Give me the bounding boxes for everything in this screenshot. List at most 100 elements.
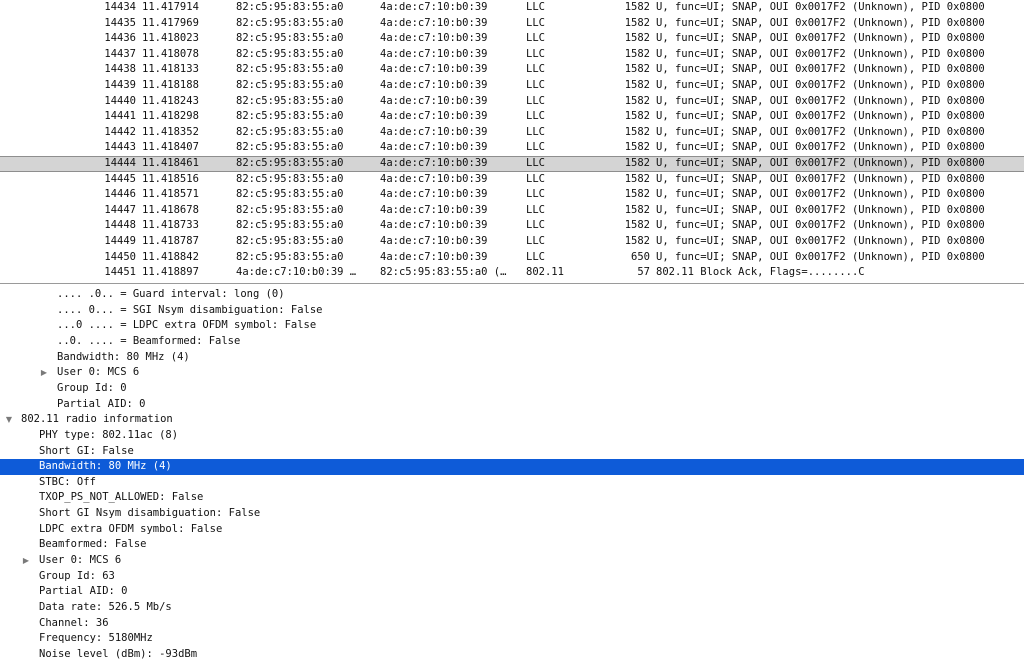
packet-info: U, func=UI; SNAP, OUI 0x0017F2 (Unknown)… xyxy=(656,1,985,13)
packet-info: U, func=UI; SNAP, OUI 0x0017F2 (Unknown)… xyxy=(656,79,985,91)
packet-destination: 4a:de:c7:10:b0:39 xyxy=(380,188,488,201)
packet-destination: 4a:de:c7:10:b0:39 xyxy=(380,250,488,263)
detail-row[interactable]: .... 0... = SGI Nsym disambiguation: Fal… xyxy=(0,303,1024,319)
packet-length: 1582 xyxy=(624,94,650,107)
detail-row[interactable]: Frequency: 5180MHz xyxy=(0,631,1024,647)
detail-text: User 0: MCS 6 xyxy=(39,554,122,567)
detail-row[interactable]: Channel: 36 xyxy=(0,616,1024,632)
packet-protocol: LLC xyxy=(526,32,545,45)
packet-number: 14445 xyxy=(104,172,136,185)
packet-length: 1582 xyxy=(624,203,650,216)
packet-row[interactable]: 14438 11.418133 82:c5:95:83:55:a0 4a:de:c7:… xyxy=(0,62,1024,78)
detail-row[interactable]: Beamformed: False xyxy=(0,537,1024,553)
packet-info: U, func=UI; SNAP, OUI 0x0017F2 (Unknown)… xyxy=(656,63,985,76)
packet-number: 14444 xyxy=(104,157,136,169)
packet-row[interactable]: 14441 11.418298 82:c5:95:83:55:a0 4a:de:c7:… xyxy=(0,109,1024,125)
packet-source: 82:c5:95:83:55:a0 xyxy=(236,110,344,123)
packet-protocol: LLC xyxy=(526,94,545,107)
packet-row[interactable]: 14434 11.417914 82:c5:95:83:55:a0 4a:de:c7:… xyxy=(0,0,1024,16)
packet-destination: 4a:de:c7:10:b0:39 xyxy=(380,157,488,169)
packet-time: 11.418023 xyxy=(142,32,199,45)
packet-row[interactable]: 14450 11.418842 82:c5:95:83:55:a0 4a:de:c7:… xyxy=(0,250,1024,266)
packet-length: 1582 xyxy=(624,110,650,123)
packet-row[interactable]: 14445 11.418516 82:c5:95:83:55:a0 4a:de:c7:… xyxy=(0,172,1024,188)
triangle-right-icon[interactable]: ▶ xyxy=(21,553,31,569)
detail-row[interactable]: Group Id: 63 xyxy=(0,569,1024,585)
detail-text: Data rate: 526.5 Mb/s xyxy=(39,601,172,613)
packet-time: 11.418571 xyxy=(142,188,199,201)
packet-destination: 4a:de:c7:10:b0:39 xyxy=(380,94,488,107)
detail-row[interactable]: Short GI: False xyxy=(0,444,1024,460)
detail-row[interactable]: PHY type: 802.11ac (8) xyxy=(0,428,1024,444)
detail-row[interactable]: Partial AID: 0 xyxy=(0,584,1024,600)
packet-number: 14451 xyxy=(104,266,136,279)
detail-row[interactable]: Group Id: 0 xyxy=(0,381,1024,397)
packet-length: 1582 xyxy=(624,47,650,60)
triangle-right-icon[interactable]: ▶ xyxy=(39,365,49,381)
triangle-down-icon[interactable]: ▼ xyxy=(4,412,14,428)
detail-text: Bandwidth: 80 MHz (4) xyxy=(57,350,190,363)
packet-row[interactable]: 14449 11.418787 82:c5:95:83:55:a0 4a:de:c7:… xyxy=(0,234,1024,250)
detail-row[interactable]: Noise level (dBm): -93dBm xyxy=(0,647,1024,663)
detail-row[interactable]: Short GI Nsym disambiguation: False xyxy=(0,506,1024,522)
detail-row[interactable]: LDPC extra OFDM symbol: False xyxy=(0,522,1024,538)
packet-destination: 4a:de:c7:10:b0:39 xyxy=(380,32,488,45)
packet-row[interactable]: 14436 11.418023 82:c5:95:83:55:a0 4a:de:c7:… xyxy=(0,31,1024,47)
packet-details-tree[interactable]: .... .0.. = Guard interval: long (0)....… xyxy=(0,284,1024,663)
packet-length: 1582 xyxy=(624,79,650,91)
detail-row[interactable]: ▶ User 0: MCS 6 xyxy=(0,365,1024,381)
packet-source: 82:c5:95:83:55:a0 xyxy=(236,157,344,169)
packet-time: 11.418733 xyxy=(142,219,199,232)
packet-source: 82:c5:95:83:55:a0 xyxy=(236,63,344,76)
detail-row[interactable]: ..0. .... = Beamformed: False xyxy=(0,334,1024,350)
detail-row[interactable]: TXOP_PS_NOT_ALLOWED: False xyxy=(0,490,1024,506)
packet-time: 11.418078 xyxy=(142,47,199,60)
packet-number: 14439 xyxy=(104,79,136,91)
packet-protocol: 802.11 xyxy=(526,266,564,279)
packet-row[interactable]: 14446 11.418571 82:c5:95:83:55:a0 4a:de:c7:… xyxy=(0,187,1024,203)
packet-protocol: LLC xyxy=(526,235,545,247)
packet-row[interactable]: 14443 11.418407 82:c5:95:83:55:a0 4a:de:c7:… xyxy=(0,140,1024,156)
detail-text: 802.11 radio information xyxy=(21,413,173,426)
packet-row[interactable]: 14437 11.418078 82:c5:95:83:55:a0 4a:de:c7:… xyxy=(0,47,1024,63)
packet-protocol: LLC xyxy=(526,250,545,263)
packet-source: 82:c5:95:83:55:a0 xyxy=(236,32,344,45)
packet-source: 82:c5:95:83:55:a0 xyxy=(236,94,344,107)
detail-row[interactable]: Data rate: 526.5 Mb/s xyxy=(0,600,1024,616)
packet-row[interactable]: 14435 11.417969 82:c5:95:83:55:a0 4a:de:c7:… xyxy=(0,16,1024,32)
packet-row[interactable]: 14448 11.418733 82:c5:95:83:55:a0 4a:de:c7:… xyxy=(0,218,1024,234)
packet-length: 1582 xyxy=(624,188,650,201)
packet-destination: 4a:de:c7:10:b0:39 xyxy=(380,110,488,123)
packet-source: 82:c5:95:83:55:a0 xyxy=(236,235,344,247)
packet-protocol: LLC xyxy=(526,110,545,123)
detail-row[interactable]: ...0 .... = LDPC extra OFDM symbol: Fals… xyxy=(0,318,1024,334)
packet-length: 1582 xyxy=(624,235,650,247)
detail-row[interactable]: Partial AID: 0 xyxy=(0,397,1024,413)
packet-row[interactable]: 14442 11.418352 82:c5:95:83:55:a0 4a:de:c7:… xyxy=(0,125,1024,141)
packet-row-selected[interactable]: 14444 11.418461 82:c5:95:83:55:a0 4a:de:c7:… xyxy=(0,156,1024,172)
packet-destination: 4a:de:c7:10:b0:39 xyxy=(380,203,488,216)
detail-text: Short GI: False xyxy=(39,444,134,457)
packet-row[interactable]: 14447 11.418678 82:c5:95:83:55:a0 4a:de:c7:… xyxy=(0,203,1024,219)
detail-text: Channel: 36 xyxy=(39,616,109,629)
packet-length: 650 xyxy=(631,250,650,263)
detail-row[interactable]: ▶ User 0: MCS 6 xyxy=(0,553,1024,569)
packet-source: 82:c5:95:83:55:a0 xyxy=(236,79,344,91)
detail-row[interactable]: Bandwidth: 80 MHz (4) xyxy=(0,350,1024,366)
detail-row-selected[interactable]: Bandwidth: 80 MHz (4) xyxy=(0,459,1024,475)
detail-row[interactable]: .... .0.. = Guard interval: long (0) xyxy=(0,287,1024,303)
packet-length: 1582 xyxy=(624,16,650,29)
packet-number: 14443 xyxy=(104,141,136,154)
detail-row[interactable]: ▼ 802.11 radio information xyxy=(0,412,1024,428)
detail-text: Frequency: 5180MHz xyxy=(39,632,153,645)
packet-info: U, func=UI; SNAP, OUI 0x0017F2 (Unknown)… xyxy=(656,172,985,185)
packet-row[interactable]: 14439 11.418188 82:c5:95:83:55:a0 4a:de:c7:… xyxy=(0,78,1024,94)
packet-time: 11.418897 xyxy=(142,266,199,279)
packet-number: 14450 xyxy=(104,250,136,263)
detail-row[interactable]: STBC: Off xyxy=(0,475,1024,491)
packet-row[interactable]: 14451 11.418897 4a:de:c7:10:b0:39 … 82:c5:9… xyxy=(0,265,1024,281)
detail-text: TXOP_PS_NOT_ALLOWED: False xyxy=(39,491,204,504)
packet-row[interactable]: 14440 11.418243 82:c5:95:83:55:a0 4a:de:c7:… xyxy=(0,94,1024,110)
packet-time: 11.418188 xyxy=(142,79,199,91)
packet-list[interactable]: 14434 11.417914 82:c5:95:83:55:a0 4a:de:c7:… xyxy=(0,0,1024,284)
